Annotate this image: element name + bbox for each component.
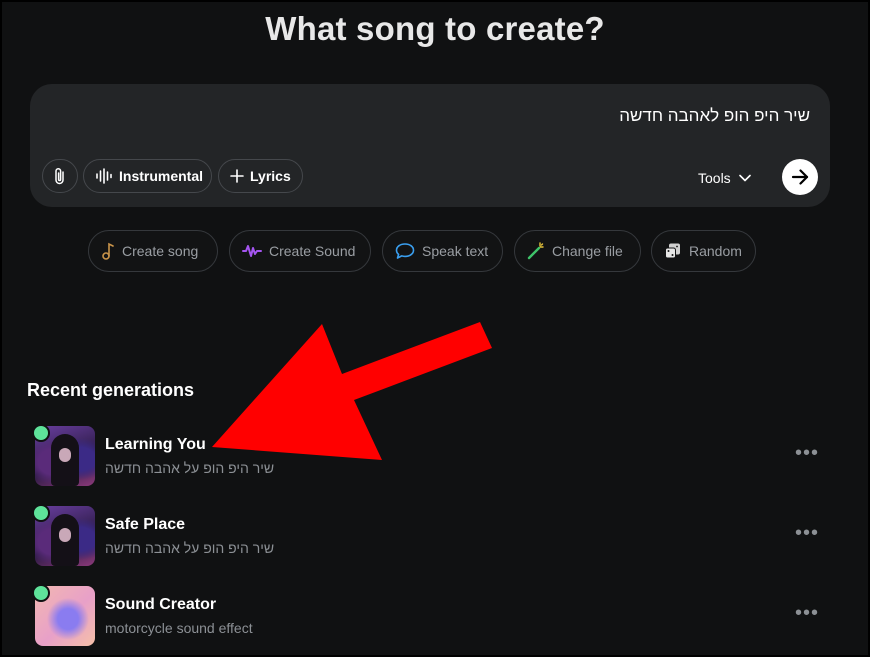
random-chip[interactable]: Random: [651, 230, 756, 272]
status-dot: [32, 424, 50, 442]
arrow-right-icon: [791, 169, 809, 185]
chip-label: Create song: [122, 243, 199, 259]
paperclip-icon: [53, 167, 67, 185]
instrumental-label: Instrumental: [119, 168, 204, 184]
lyrics-button[interactable]: Lyrics: [218, 159, 303, 193]
speech-bubble-icon: [395, 242, 415, 260]
song-title[interactable]: Learning You: [105, 436, 206, 454]
lyrics-label: Lyrics: [250, 168, 291, 184]
list-item[interactable]: Learning You שיר היפ הופ על אהבה חדשה ••…: [32, 424, 822, 490]
more-options-icon[interactable]: •••: [795, 603, 819, 623]
music-note-icon: [101, 242, 115, 260]
tools-label: Tools: [698, 170, 731, 186]
waveform-icon: [95, 168, 113, 184]
app-window: What song to create? שיר היפ הופ לאהבה ח…: [0, 0, 870, 657]
create-song-chip[interactable]: Create song: [88, 230, 218, 272]
tools-dropdown[interactable]: Tools: [698, 168, 751, 188]
song-title[interactable]: Safe Place: [105, 516, 185, 534]
attach-button[interactable]: [42, 159, 78, 193]
prompt-box: שיר היפ הופ לאהבה חדשה Instrumental Lyri…: [30, 84, 830, 207]
status-dot: [32, 504, 50, 522]
song-description: שיר היפ הופ על אהבה חדשה: [105, 460, 275, 476]
chip-label: Speak text: [422, 243, 489, 259]
chip-label: Random: [689, 243, 742, 259]
more-options-icon[interactable]: •••: [795, 523, 819, 543]
list-item[interactable]: Safe Place שיר היפ הופ על אהבה חדשה •••: [32, 504, 822, 570]
chip-label: Create Sound: [269, 243, 356, 259]
page-title: What song to create?: [265, 10, 605, 47]
magic-wand-icon: [527, 242, 545, 260]
prompt-input[interactable]: שיר היפ הופ לאהבה חדשה: [50, 106, 810, 130]
speak-text-chip[interactable]: Speak text: [382, 230, 503, 272]
dice-icon: [664, 242, 682, 260]
change-file-chip[interactable]: Change file: [514, 230, 641, 272]
song-title[interactable]: Sound Creator: [105, 596, 216, 614]
list-item[interactable]: Sound Creator motorcycle sound effect ••…: [32, 584, 822, 650]
more-options-icon[interactable]: •••: [795, 443, 819, 463]
waveform-icon: [242, 243, 262, 259]
song-description: שיר היפ הופ על אהבה חדשה: [105, 540, 275, 556]
recent-generations-heading: Recent generations: [27, 380, 195, 400]
chip-label: Change file: [552, 243, 623, 259]
instrumental-toggle[interactable]: Instrumental: [83, 159, 212, 193]
plus-icon: [230, 169, 244, 183]
status-dot: [32, 584, 50, 602]
chevron-down-icon: [738, 174, 751, 182]
create-sound-chip[interactable]: Create Sound: [229, 230, 371, 272]
song-description: motorcycle sound effect: [105, 620, 253, 636]
submit-button[interactable]: [782, 159, 818, 195]
